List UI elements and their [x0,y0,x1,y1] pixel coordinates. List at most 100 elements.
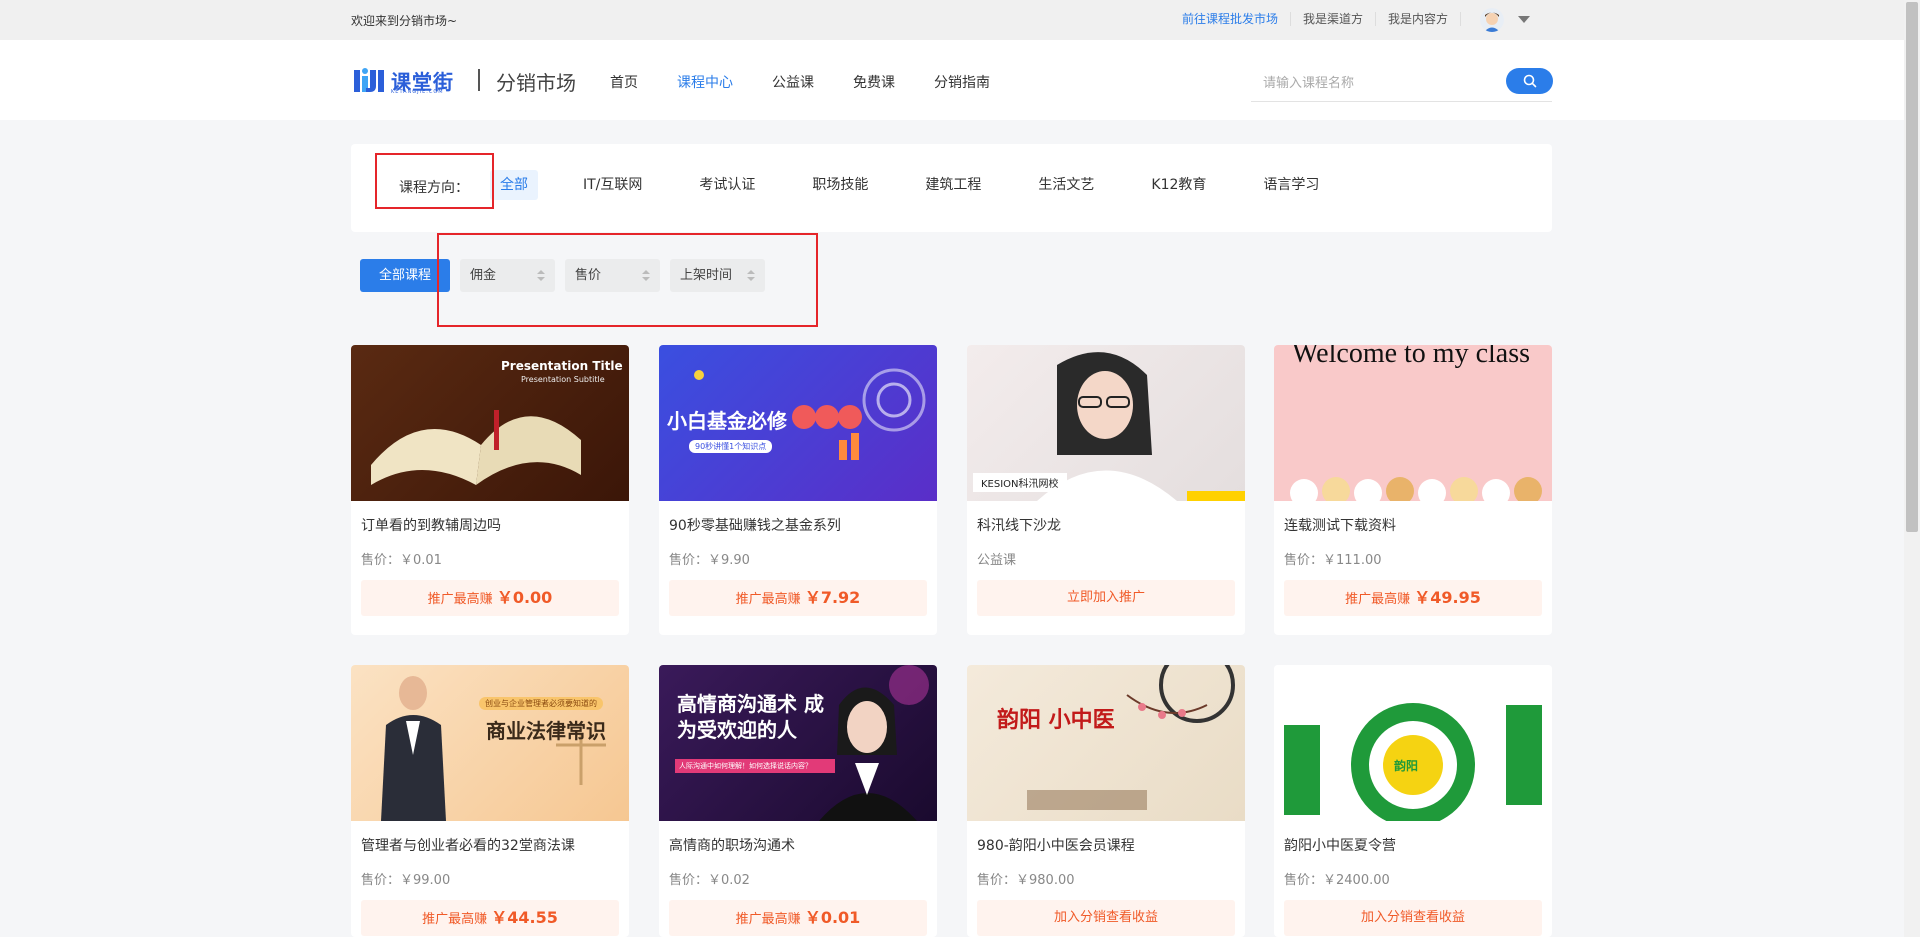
promo-label: 立即加入推广 [1066,590,1145,605]
avatar-icon [1480,8,1504,32]
scrollbar-thumb[interactable] [1906,2,1918,532]
nav-home[interactable]: 首页 [610,72,638,92]
search-icon [1523,74,1536,88]
course-thumbnail: 创业与企业管理者必须要知道的 商业法律常识 [351,665,629,821]
course-thumbnail: 韵阳 [1274,665,1552,821]
category-language[interactable]: 语言学习 [1253,170,1329,200]
thumb-title: 韵阳 小中医 [997,708,1115,733]
course-price: 售价：￥0.02 [669,873,750,888]
course-title[interactable]: 连载测试下载资料 [1284,515,1396,535]
course-title[interactable]: 90秒零基础赚钱之基金系列 [669,515,841,535]
category-construction[interactable]: 建筑工程 [915,170,991,200]
thumb-subtitle: 创业与企业管理者必须要知道的 [479,697,603,710]
course-thumbnail: 小白基金必修 90秒讲懂1个知识点 [659,345,937,501]
category-exam[interactable]: 考试认证 [689,170,765,200]
logo-subtext: KETANGJIE.COM [391,89,444,95]
course-price: 售价：￥980.00 [977,873,1075,888]
market-title: 分销市场 [496,71,576,95]
course-card[interactable]: 韵阳 小中医 980-韵阳小中医会员课程 售价：￥980.00 加入分销查看收益 [967,665,1245,937]
course-thumbnail: 韵阳 小中医 [967,665,1245,821]
thumb-title: 韵阳 [1394,759,1419,773]
course-card[interactable]: Welcome to my class 连载测试下载资料 售价：￥111.00 … [1274,345,1552,635]
thumb-subtitle: 人际沟通中如何理解！如何选择说话内容？ [675,759,835,773]
top-bar: 欢迎来到分销市场~ 前往课程批发市场 我是渠道方 我是内容方 [0,0,1904,40]
promo-label: 加入分销查看收益 [1053,910,1158,925]
promo-label: 推广最高赚 [422,912,488,927]
logo-icon [354,68,384,92]
course-price: 公益课 [977,553,1017,568]
course-title[interactable]: 980-韵阳小中医会员课程 [977,835,1135,855]
category-lifestyle[interactable]: 生活文艺 [1028,170,1104,200]
header: 课堂街 KETANGJIE.COM 分销市场 首页 课程中心 公益课 免费课 分… [0,40,1904,120]
course-title[interactable]: 科汛线下沙龙 [977,515,1061,535]
channel-role-link[interactable]: 我是渠道方 [1291,12,1377,26]
course-title[interactable]: 高情商的职场沟通术 [669,835,795,855]
thumb-title: KESION科汛网校 [973,473,1067,492]
course-price: 售价：￥99.00 [361,873,451,888]
search-input[interactable] [1263,72,1493,92]
highlight-box [375,153,494,209]
promo-value: ￥49.95 [1414,588,1481,607]
category-it[interactable]: IT/互联网 [573,170,652,200]
wholesale-market-link[interactable]: 前往课程批发市场 [1170,12,1292,26]
search-button[interactable] [1506,68,1553,94]
promo-label: 加入分销查看收益 [1360,910,1465,925]
nav-free-courses[interactable]: 免费课 [853,72,895,92]
category-all[interactable]: 全部 [490,170,538,200]
category-filter: 课程方向： 全部 IT/互联网 考试认证 职场技能 建筑工程 生活文艺 K12教… [351,144,1552,232]
course-card[interactable]: 高情商沟通术 成为受欢迎的人 人际沟通中如何理解！如何选择说话内容？ 高情商的职… [659,665,937,937]
nav-guide[interactable]: 分销指南 [934,72,990,92]
highlight-box [437,233,818,327]
course-title[interactable]: 管理者与创业者必看的32堂商法课 [361,835,575,855]
main-nav: 首页 课程中心 公益课 免费课 分销指南 [610,72,1029,92]
course-card[interactable]: KESION科汛网校 科汛线下沙龙 公益课 立即加入推广 [967,345,1245,635]
promo-button[interactable]: 推广最高赚 ￥44.55 [361,900,619,936]
promo-label: 推广最高赚 [427,592,493,607]
course-thumbnail: Welcome to my class [1274,345,1552,501]
medicine-logo-image [1284,703,1542,821]
nav-course-center[interactable]: 课程中心 [677,72,733,92]
promo-label: 推广最高赚 [1345,592,1411,607]
promo-button[interactable]: 推广最高赚 ￥0.00 [361,580,619,616]
course-title[interactable]: 韵阳小中医夏令营 [1284,835,1396,855]
thumb-subtitle: 90秒讲懂1个知识点 [689,440,773,453]
site-logo[interactable]: 课堂街 KETANGJIE.COM [351,62,454,98]
thumb-title: Presentation Title [501,359,623,373]
speaker-image [819,665,929,821]
join-distribution-button[interactable]: 加入分销查看收益 [1284,900,1542,936]
course-thumbnail: Presentation Title Presentation Subtitle [351,345,629,501]
course-price: 售价：￥0.01 [361,553,442,568]
promo-label: 推广最高赚 [735,912,801,927]
promo-button[interactable]: 推广最高赚 ￥49.95 [1284,580,1542,616]
promo-value: ￥0.00 [496,588,553,607]
thumb-title: Welcome to my class [1292,345,1531,369]
chevron-down-icon[interactable] [1518,16,1530,23]
course-card[interactable]: 创业与企业管理者必须要知道的 商业法律常识 管理者与创业者必看的32堂商法课 售… [351,665,629,937]
course-title[interactable]: 订单看的到教辅周边吗 [361,515,501,535]
join-distribution-button[interactable]: 加入分销查看收益 [977,900,1235,936]
course-thumbnail: KESION科汛网校 [967,345,1245,501]
nav-public-courses[interactable]: 公益课 [772,72,814,92]
course-price: 售价：￥2400.00 [1284,873,1390,888]
content-role-link[interactable]: 我是内容方 [1376,12,1462,26]
category-career[interactable]: 职场技能 [802,170,878,200]
top-links: 前往课程批发市场 我是渠道方 我是内容方 [1170,12,1462,26]
promo-button[interactable]: 推广最高赚 ￥7.92 [669,580,927,616]
promo-button[interactable]: 推广最高赚 ￥0.01 [669,900,927,936]
course-thumbnail: 高情商沟通术 成为受欢迎的人 人际沟通中如何理解！如何选择说话内容？ [659,665,937,821]
thumb-title: 小白基金必修 [667,409,787,433]
join-promo-button[interactable]: 立即加入推广 [977,580,1235,616]
course-card[interactable]: 小白基金必修 90秒讲懂1个知识点 90秒零基础赚钱之基金系列 售价：￥9.90… [659,345,937,635]
thumb-subtitle: Presentation Subtitle [521,375,605,384]
category-list: 全部 IT/互联网 考试认证 职场技能 建筑工程 生活文艺 K12教育 语言学习 [490,170,1366,200]
promo-value: ￥7.92 [804,588,861,607]
promo-label: 推广最高赚 [735,592,801,607]
logo-divider [478,69,480,91]
category-k12[interactable]: K12教育 [1141,170,1216,200]
course-card[interactable]: Presentation Title Presentation Subtitle… [351,345,629,635]
course-card[interactable]: 韵阳 韵阳小中医夏令营 售价：￥2400.00 加入分销查看收益 [1274,665,1552,937]
promo-value: ￥44.55 [491,908,558,927]
avatar[interactable] [1480,8,1504,32]
search-box [1251,64,1553,102]
promo-value: ￥0.01 [804,908,861,927]
